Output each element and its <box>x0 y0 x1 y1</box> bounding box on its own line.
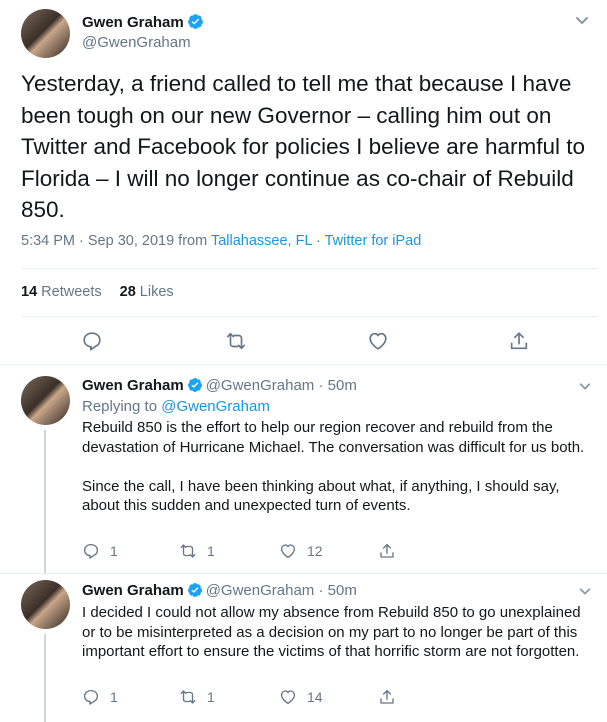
meta-separator: · <box>311 233 325 249</box>
reply-time[interactable]: · 50m <box>318 377 356 394</box>
reply-text: I decided I could not allow my absence f… <box>82 604 585 660</box>
retweet-icon[interactable] <box>225 330 247 352</box>
tweet-stats: 14 Retweets 28 Likes <box>21 284 174 300</box>
reply-text: Rebuild 850 is the effort to help our re… <box>82 419 585 514</box>
share-action[interactable] <box>378 688 406 706</box>
share-icon <box>378 542 396 560</box>
avatar[interactable] <box>21 9 70 58</box>
author-name[interactable]: Gwen Graham <box>82 377 184 394</box>
chevron-down-icon[interactable] <box>578 379 592 393</box>
avatar[interactable] <box>21 580 70 629</box>
divider <box>21 268 596 269</box>
like-count: 14 <box>307 689 323 705</box>
reply-action[interactable]: 1 <box>82 542 118 560</box>
reply-count: 1 <box>110 689 118 705</box>
reply-time[interactable]: · 50m <box>318 582 356 599</box>
replying-to: Replying to @GwenGraham <box>82 398 270 415</box>
retweet-icon <box>179 542 197 560</box>
author-handle[interactable]: @GwenGraham <box>82 34 191 51</box>
divider <box>21 316 596 317</box>
share-action[interactable] <box>378 542 406 560</box>
heart-icon <box>279 688 297 706</box>
avatar[interactable] <box>21 376 70 425</box>
heart-icon <box>279 542 297 560</box>
thread-line <box>44 634 46 722</box>
reply-icon <box>82 688 100 706</box>
like-action[interactable]: 12 <box>279 542 323 560</box>
verified-badge-icon <box>187 582 203 598</box>
verified-badge-icon <box>187 377 203 393</box>
replying-to-link[interactable]: @GwenGraham <box>161 398 270 415</box>
share-icon[interactable] <box>508 330 530 352</box>
reply-icon[interactable] <box>81 330 103 352</box>
chevron-down-icon[interactable] <box>578 584 592 598</box>
reply-header: Gwen Graham @GwenGraham · 50m <box>82 377 357 394</box>
heart-icon[interactable] <box>367 330 389 352</box>
author-name[interactable]: Gwen Graham <box>82 14 184 31</box>
likes-label: Likes <box>139 284 174 300</box>
thread-line <box>44 430 46 573</box>
reply-tweet[interactable]: Gwen Graham @GwenGraham · 50m Replying to… <box>0 366 607 573</box>
retweet-action[interactable]: 1 <box>179 688 215 706</box>
share-icon <box>378 688 396 706</box>
reply-count: 1 <box>110 543 118 559</box>
retweet-count: 1 <box>207 689 215 705</box>
retweet-icon <box>179 688 197 706</box>
tweet-location-link[interactable]: Tallahassee, FL <box>211 233 312 249</box>
retweet-action[interactable]: 1 <box>179 542 215 560</box>
retweets-label: Retweets <box>41 284 102 300</box>
like-action[interactable]: 14 <box>279 688 323 706</box>
reply-action[interactable]: 1 <box>82 688 118 706</box>
author-name[interactable]: Gwen Graham <box>82 582 184 599</box>
retweets-count: 14 <box>21 284 38 300</box>
verified-badge-icon <box>187 13 204 30</box>
reply-header: Gwen Graham @GwenGraham · 50m <box>82 582 357 599</box>
tweet-time[interactable]: 5:34 PM · Sep 30, 2019 from <box>21 233 211 249</box>
reply-icon <box>82 542 100 560</box>
reply-tweet[interactable]: Gwen Graham @GwenGraham · 50m I decided I… <box>0 574 607 722</box>
main-tweet: Gwen Graham @GwenGraham Yesterday, a fri… <box>0 0 607 365</box>
tweet-text: Yesterday, a friend called to tell me th… <box>21 71 586 222</box>
likes-stat[interactable]: 28 Likes <box>120 284 174 300</box>
author-handle[interactable]: @GwenGraham <box>206 377 315 394</box>
retweet-count: 1 <box>207 543 215 559</box>
chevron-down-icon[interactable] <box>574 12 590 28</box>
tweet-client-link[interactable]: Twitter for iPad <box>325 233 422 249</box>
retweets-stat[interactable]: 14 Retweets <box>21 284 102 300</box>
likes-count: 28 <box>119 284 136 300</box>
replying-prefix: Replying to <box>82 398 162 415</box>
like-count: 12 <box>307 543 323 559</box>
tweet-meta: 5:34 PM · Sep 30, 2019 from Tallahassee,… <box>21 233 421 249</box>
author-handle[interactable]: @GwenGraham <box>206 582 315 599</box>
